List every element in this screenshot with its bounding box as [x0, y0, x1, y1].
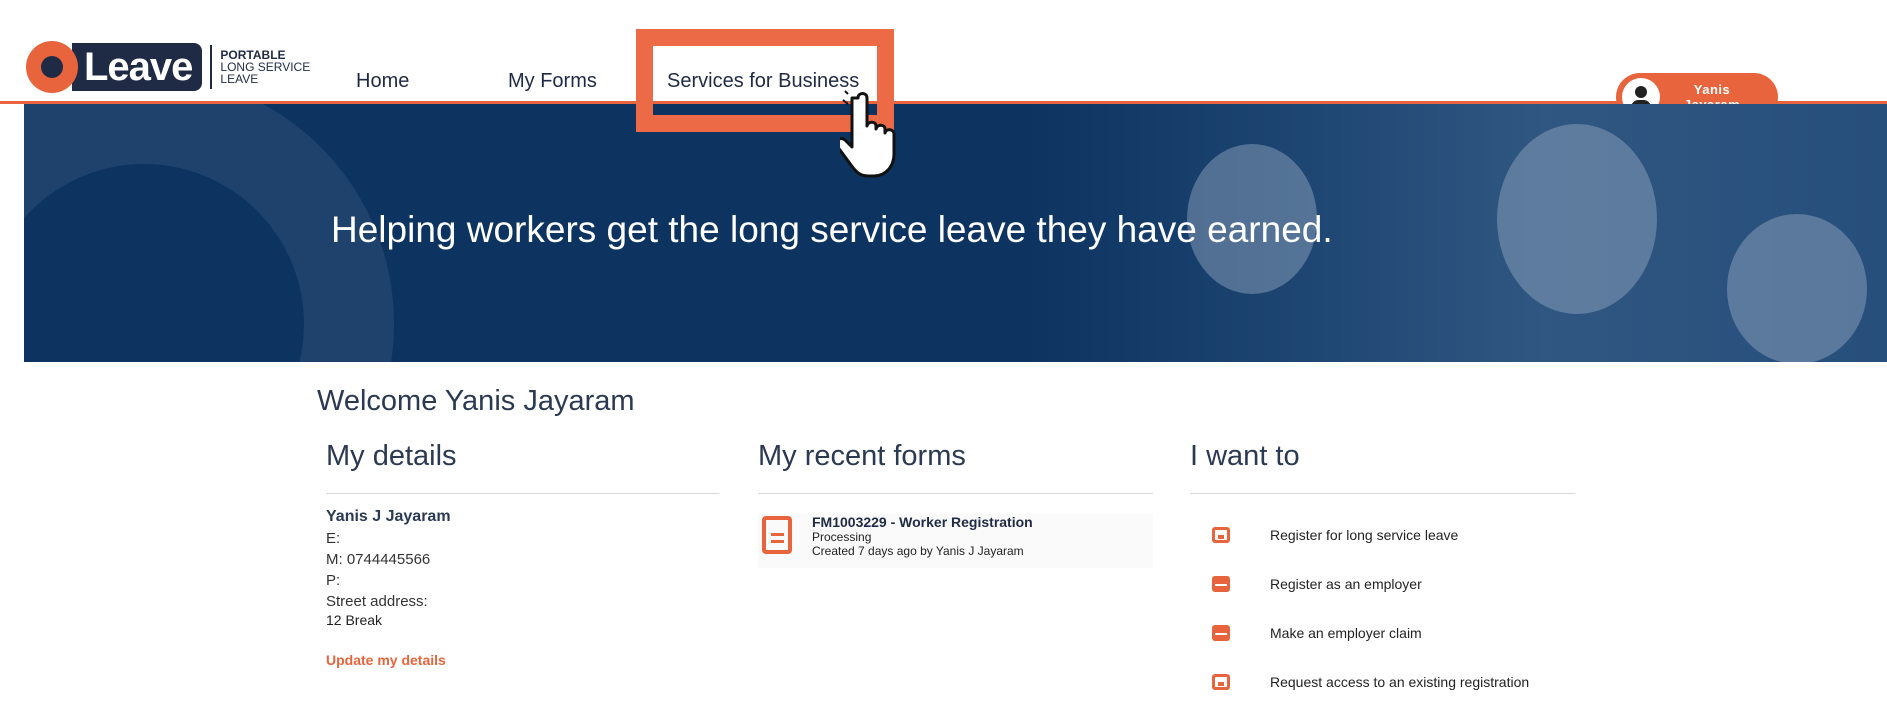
action-label[interactable]: Register as an employer: [1270, 576, 1422, 592]
i-want-to-panel: I want to Register for long service leav…: [1190, 440, 1575, 706]
i-want-to-heading: I want to: [1190, 440, 1575, 494]
list-item[interactable]: FM1003229 - Worker Registration Processi…: [758, 514, 1153, 568]
my-details-panel: My details Yanis J Jayaram E: M: 0744445…: [326, 440, 719, 668]
open-envelope-icon: [1212, 624, 1230, 641]
form-created: Created 7 days ago by Yanis J Jayaram: [812, 544, 1024, 558]
nav-home[interactable]: Home: [356, 70, 409, 93]
qleave-logo[interactable]: Leave PORTABLE LONG SERVICE LEAVE: [26, 40, 310, 94]
form-status: Processing: [812, 530, 872, 544]
welcome-heading: Welcome Yanis Jayaram: [317, 385, 635, 417]
action-list: Register for long service leave Register…: [1190, 510, 1575, 706]
top-navigation-bar: Leave PORTABLE LONG SERVICE LEAVE Home M…: [0, 30, 1887, 121]
hero-banner: Helping workers get the long service lea…: [24, 104, 1887, 362]
detail-street-label: Street address:: [326, 593, 428, 610]
detail-phone: P:: [326, 572, 341, 589]
inbox-icon: [1212, 526, 1230, 543]
document-icon: [762, 516, 792, 554]
detail-street-value: 12 Break: [326, 612, 383, 628]
form-title[interactable]: FM1003229 - Worker Registration: [812, 514, 1033, 530]
user-first-name: Yanis: [1693, 82, 1731, 97]
recent-forms-panel: My recent forms FM1003229 - Worker Regis…: [758, 440, 1153, 568]
detail-email: E:: [326, 530, 341, 547]
logo-wordmark: Leave: [72, 43, 203, 91]
logo-sub-line-3: LEAVE: [220, 72, 259, 86]
photo-face-boy: [1727, 214, 1867, 362]
action-request-access[interactable]: Request access to an existing registrati…: [1190, 657, 1575, 706]
action-employer-claim[interactable]: Make an employer claim: [1190, 608, 1575, 657]
action-label[interactable]: Make an employer claim: [1270, 625, 1422, 641]
action-register-employer[interactable]: Register as an employer: [1190, 559, 1575, 608]
detail-mobile: M: 0744445566: [326, 551, 431, 568]
photo-face-man: [1497, 124, 1657, 314]
hero-headline: Helping workers get the long service lea…: [331, 209, 1333, 250]
my-details-heading: My details: [326, 440, 719, 494]
open-envelope-icon: [1212, 575, 1230, 592]
update-details-link[interactable]: Update my details: [326, 652, 719, 668]
logo-divider: [210, 45, 213, 89]
inbox-icon: [1212, 673, 1230, 690]
detail-full-name: Yanis J Jayaram: [326, 508, 451, 525]
action-register-long-service-leave[interactable]: Register for long service leave: [1190, 510, 1575, 559]
action-label[interactable]: Request access to an existing registrati…: [1270, 674, 1529, 690]
action-label[interactable]: Register for long service leave: [1270, 527, 1458, 543]
nav-my-forms[interactable]: My Forms: [508, 70, 597, 93]
pointer-hand-icon: [840, 90, 896, 178]
logo-subtitle: PORTABLE LONG SERVICE LEAVE: [220, 49, 310, 85]
recent-forms-heading: My recent forms: [758, 440, 1153, 494]
q-logo-icon: [26, 41, 78, 93]
